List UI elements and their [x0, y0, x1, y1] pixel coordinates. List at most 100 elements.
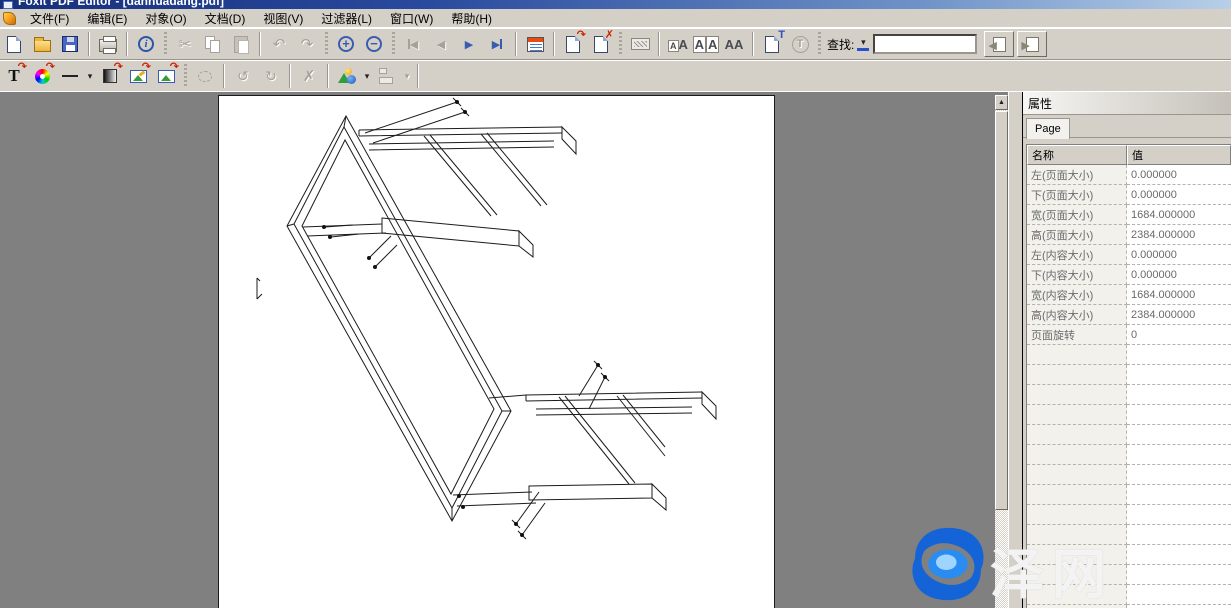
scrollbar-thumb[interactable] — [995, 111, 1008, 510]
align-button — [373, 62, 401, 90]
last-page-button[interactable]: ▶ — [483, 30, 511, 58]
toolbar-separator — [259, 32, 261, 56]
toolbar-separator — [553, 32, 555, 56]
toolbar-grip[interactable] — [818, 32, 821, 56]
prev-page-button: ◀ — [427, 30, 455, 58]
image-edit-button[interactable]: ↷ — [124, 62, 152, 90]
next-page-button[interactable]: ▶ — [455, 30, 483, 58]
open-button[interactable] — [28, 30, 56, 58]
red-curved-arrow-icon: ↷ — [170, 62, 179, 73]
tab-page[interactable]: Page — [1026, 118, 1070, 139]
zoom-in-icon: + — [338, 36, 354, 52]
lasso-icon — [198, 71, 212, 82]
panel-splitter[interactable] — [1008, 92, 1022, 608]
font-scale-button[interactable]: AA — [664, 30, 692, 58]
text-object-button[interactable]: T↷ — [0, 62, 28, 90]
property-value[interactable]: 2384.000000 — [1127, 225, 1231, 245]
image-add-button[interactable]: ↷ — [152, 62, 180, 90]
property-name: 左(内容大小) — [1027, 245, 1127, 265]
menu-filter[interactable]: 过滤器(L) — [312, 8, 381, 29]
red-curved-arrow-icon: ↷ — [142, 62, 151, 73]
shapes-dropdown[interactable]: ▾ — [361, 71, 373, 82]
rotate-object-left-button: ↺ — [229, 62, 257, 90]
open-folder-icon — [34, 40, 51, 52]
new-document-button[interactable] — [0, 30, 28, 58]
red-x-icon: ✗ — [605, 30, 614, 41]
menu-document[interactable]: 文档(D) — [196, 8, 255, 29]
save-button[interactable] — [56, 30, 84, 58]
line-tool-dropdown[interactable]: ▾ — [84, 71, 96, 82]
add-text-t-icon: T — [778, 30, 785, 41]
panel-title-text: 属性 — [1028, 95, 1052, 112]
grid-empty-row — [1027, 525, 1231, 545]
redo-button: ↷ — [293, 30, 321, 58]
align-icon — [379, 68, 395, 84]
shapes-button[interactable] — [333, 62, 361, 90]
letter-pair-button[interactable]: AA — [692, 30, 720, 58]
property-value[interactable]: 1684.000000 — [1127, 285, 1231, 305]
menu-help[interactable]: 帮助(H) — [442, 8, 501, 29]
toolbar-grip[interactable] — [164, 32, 167, 56]
panel-tabstrip: Page — [1023, 115, 1231, 138]
ladder-frame-drawing — [219, 96, 774, 607]
add-text-button[interactable]: T — [758, 30, 786, 58]
paste-icon — [234, 36, 248, 53]
toolbar-separator — [752, 32, 754, 56]
object-toolbar: T↷ ↷ ▾ ↷ ↷ ↷ ↺ ↻ ✗ ▾ ▾ — [0, 60, 1231, 92]
page-layout-button[interactable] — [521, 30, 549, 58]
property-value[interactable]: 0.000000 — [1127, 185, 1231, 205]
property-value[interactable]: 1684.000000 — [1127, 205, 1231, 225]
property-name: 宽(内容大小) — [1027, 285, 1127, 305]
red-curved-arrow-icon: ↷ — [114, 62, 123, 73]
pdf-page-canvas[interactable] — [218, 95, 775, 608]
menu-edit[interactable]: 编辑(E) — [78, 8, 136, 29]
app-window-icon — [3, 1, 13, 9]
scroll-up-button[interactable]: ▲ — [995, 95, 1008, 110]
shading-button[interactable]: ↷ — [96, 62, 124, 90]
menu-window[interactable]: 窗口(W) — [381, 8, 442, 29]
property-value[interactable]: 0 — [1127, 325, 1231, 345]
find-input[interactable] — [873, 34, 977, 54]
property-value[interactable]: 0.000000 — [1127, 245, 1231, 265]
insert-page-button[interactable]: ↷ — [559, 30, 587, 58]
property-value[interactable]: 0.000000 — [1127, 165, 1231, 185]
find-label: 查找: — [827, 36, 854, 53]
last-page-icon: ▶ — [492, 38, 500, 51]
property-row: 左(页面大小)0.000000 — [1027, 165, 1231, 185]
delete-page-button[interactable]: ✗ — [587, 30, 615, 58]
rotate-right-icon: ↻ — [265, 68, 277, 85]
red-curved-arrow-icon: ↷ — [46, 62, 55, 73]
zoom-out-button[interactable]: − — [360, 30, 388, 58]
keyboard-button[interactable] — [626, 30, 654, 58]
vertical-scrollbar[interactable]: ▲ — [995, 95, 1008, 608]
workspace: ▲ 属性 Page 名称 值 左(页面大小)0.000000 下(页 — [0, 92, 1231, 608]
toolbar-separator — [126, 32, 128, 56]
delete-object-icon: ✗ — [303, 69, 316, 84]
watermark-logo — [905, 522, 991, 606]
color-button[interactable]: ↷ — [28, 62, 56, 90]
find-dropdown[interactable]: ▾ — [857, 37, 869, 51]
menu-file[interactable]: 文件(F) — [21, 8, 78, 29]
toolbar-grip[interactable] — [392, 32, 395, 56]
menu-object[interactable]: 对象(O) — [136, 8, 195, 29]
delete-object-button: ✗ — [295, 62, 323, 90]
first-page-icon: ◀ — [410, 38, 418, 51]
toolbar-grip[interactable] — [619, 32, 622, 56]
find-next-arrow-icon: ▶ — [1021, 39, 1029, 52]
zoom-in-button[interactable]: + — [332, 30, 360, 58]
property-value[interactable]: 0.000000 — [1127, 265, 1231, 285]
find-prev-button[interactable]: ◀ — [984, 31, 1014, 57]
toolbar-grip[interactable] — [184, 64, 187, 88]
char-width-button[interactable]: AA — [720, 30, 748, 58]
char-width-icon: AA — [725, 37, 744, 52]
toolbar-grip[interactable] — [325, 32, 328, 56]
find-next-button[interactable]: ▶ — [1017, 31, 1047, 57]
menu-view[interactable]: 视图(V) — [254, 8, 312, 29]
print-button[interactable] — [94, 30, 122, 58]
info-button[interactable]: i — [132, 30, 160, 58]
properties-panel: 属性 Page 名称 值 左(页面大小)0.000000 下(页面大小)0.00… — [1022, 92, 1231, 608]
property-grid-header: 名称 值 — [1027, 145, 1231, 165]
property-value[interactable]: 2384.000000 — [1127, 305, 1231, 325]
property-row: 下(页面大小)0.000000 — [1027, 185, 1231, 205]
line-tool-button[interactable] — [56, 62, 84, 90]
